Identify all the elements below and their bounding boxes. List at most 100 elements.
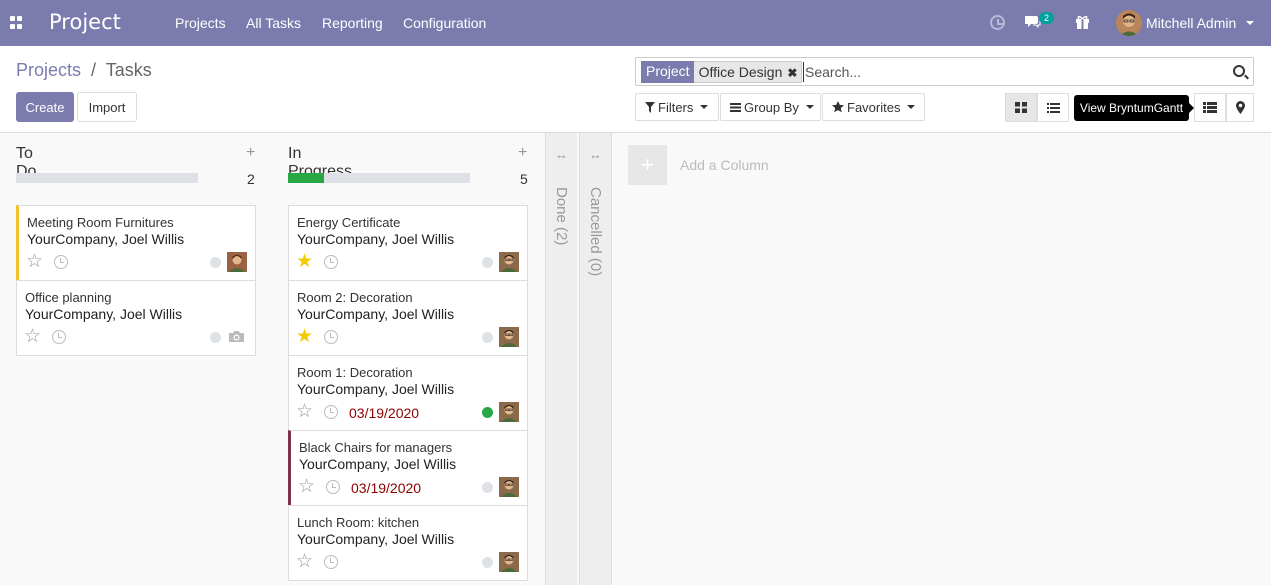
- priority-star-icon[interactable]: ☆: [298, 477, 315, 496]
- search-icon[interactable]: [1233, 65, 1245, 77]
- kanban-view-button[interactable]: [1005, 93, 1037, 122]
- kanban-card[interactable]: Office planning YourCompany, Joel Willis…: [16, 280, 256, 356]
- user-menu-caret-icon[interactable]: [1246, 21, 1254, 25]
- menu-configuration[interactable]: Configuration: [403, 15, 486, 31]
- priority-star-icon[interactable]: ☆: [296, 552, 313, 571]
- kanban-state-dot[interactable]: [482, 557, 493, 568]
- kanban-state-dot[interactable]: [482, 482, 493, 493]
- card-subtitle: YourCompany, Joel Willis: [299, 456, 457, 472]
- group-by-dropdown[interactable]: Group By: [720, 93, 821, 121]
- folded-column-label: Cancelled (0): [587, 187, 604, 277]
- column-separator: [611, 133, 612, 585]
- activity-clock-icon[interactable]: [990, 15, 1005, 30]
- card-subtitle: YourCompany, Joel Willis: [297, 231, 455, 247]
- activity-clock-icon[interactable]: [324, 255, 338, 269]
- add-column-plus-button[interactable]: +: [628, 145, 667, 185]
- import-button[interactable]: Import: [77, 92, 137, 122]
- column-progress-bar[interactable]: [16, 173, 198, 183]
- activity-clock-icon[interactable]: [54, 255, 68, 269]
- breadcrumb: Projects / Tasks: [16, 60, 152, 81]
- activity-clock-icon[interactable]: [324, 555, 338, 569]
- folded-column-done[interactable]: ↔ Done (2): [545, 133, 577, 585]
- group-by-caret-icon: [805, 105, 814, 109]
- card-subtitle: YourCompany, Joel Willis: [297, 306, 455, 322]
- priority-star-icon[interactable]: ☆: [26, 252, 43, 271]
- priority-star-icon[interactable]: ★: [296, 252, 313, 271]
- app-brand[interactable]: Project: [49, 10, 121, 34]
- folded-column-label: Done (2): [553, 187, 570, 246]
- activity-clock-icon[interactable]: [326, 480, 340, 494]
- unfold-arrows-icon[interactable]: ↔: [589, 147, 602, 162]
- favorites-caret-icon: [907, 105, 916, 109]
- kanban-icon: [1015, 102, 1027, 113]
- priority-star-icon[interactable]: ★: [296, 327, 313, 346]
- card-title: Meeting Room Furnitures: [27, 215, 174, 230]
- list-icon: [1046, 102, 1060, 113]
- column-count: 2: [247, 171, 255, 187]
- card-subtitle: YourCompany, Joel Willis: [297, 531, 455, 547]
- breadcrumb-current: Tasks: [105, 60, 152, 80]
- kanban-card[interactable]: Energy Certificate YourCompany, Joel Wil…: [288, 205, 528, 281]
- map-marker-icon: [1235, 101, 1245, 114]
- menu-projects[interactable]: Projects: [175, 15, 226, 31]
- group-by-icon: [730, 102, 741, 112]
- kanban-card[interactable]: Room 1: Decoration YourCompany, Joel Wil…: [288, 355, 528, 431]
- kanban-state-dot[interactable]: [482, 332, 493, 343]
- gantt-view-button[interactable]: [1194, 93, 1226, 122]
- search-bar: Project Office Design ✖: [635, 57, 1254, 86]
- apps-menu-icon[interactable]: [10, 16, 23, 29]
- kanban-state-dot[interactable]: [210, 332, 221, 343]
- facet-value-text: Office Design: [698, 64, 783, 80]
- list-view-button[interactable]: [1037, 93, 1069, 122]
- add-column-label[interactable]: Add a Column: [680, 157, 769, 173]
- kanban-state-dot[interactable]: [482, 257, 493, 268]
- kanban-card[interactable]: Black Chairs for managers YourCompany, J…: [288, 430, 528, 506]
- kanban-card[interactable]: Lunch Room: kitchen YourCompany, Joel Wi…: [288, 505, 528, 581]
- favorites-label: Favorites: [847, 99, 901, 115]
- create-button[interactable]: Create: [16, 92, 74, 122]
- kanban-state-dot[interactable]: [210, 257, 221, 268]
- facet-value: Office Design ✖: [693, 61, 803, 83]
- card-subtitle: YourCompany, Joel Willis: [27, 231, 185, 247]
- assignee-avatar: [499, 252, 519, 272]
- quick-create-plus-icon[interactable]: +: [246, 144, 255, 162]
- card-title: Energy Certificate: [297, 215, 401, 230]
- search-facet: Project Office Design ✖: [641, 61, 803, 83]
- kanban-card[interactable]: Room 2: Decoration YourCompany, Joel Wil…: [288, 280, 528, 356]
- priority-star-icon[interactable]: ☆: [24, 327, 41, 346]
- card-title: Room 2: Decoration: [297, 290, 413, 305]
- facet-remove-icon[interactable]: ✖: [787, 66, 797, 82]
- search-input[interactable]: [803, 62, 1223, 82]
- filters-label: Filters: [658, 99, 694, 115]
- folded-column-cancelled[interactable]: ↔ Cancelled (0): [579, 133, 611, 585]
- card-title: Black Chairs for managers: [299, 440, 453, 455]
- favorites-dropdown[interactable]: Favorites: [822, 93, 925, 121]
- kanban-card[interactable]: Meeting Room Furnitures YourCompany, Joe…: [16, 205, 256, 281]
- activity-clock-icon[interactable]: [52, 330, 66, 344]
- activity-clock-icon[interactable]: [324, 330, 338, 344]
- unfold-arrows-icon[interactable]: ↔: [555, 147, 568, 162]
- filters-dropdown[interactable]: Filters: [635, 93, 719, 121]
- user-name[interactable]: Mitchell Admin: [1146, 15, 1236, 31]
- filter-icon: [645, 101, 655, 113]
- assignee-avatar: [499, 477, 519, 497]
- gantt-icon: [1203, 102, 1217, 113]
- card-title: Office planning: [25, 290, 112, 305]
- messages-count-badge: 2: [1039, 12, 1055, 24]
- group-by-label: Group By: [744, 99, 799, 115]
- map-view-button[interactable]: [1226, 93, 1254, 122]
- menu-reporting[interactable]: Reporting: [322, 15, 383, 31]
- gift-icon[interactable]: [1075, 14, 1090, 30]
- breadcrumb-projects-link[interactable]: Projects: [16, 60, 81, 80]
- placeholder-avatar-camera-icon: [229, 331, 244, 342]
- kanban-state-dot[interactable]: [482, 407, 493, 418]
- column-progress-bar[interactable]: [288, 173, 470, 183]
- user-avatar[interactable]: [1116, 10, 1142, 36]
- activity-clock-icon[interactable]: [324, 405, 338, 419]
- card-subtitle: YourCompany, Joel Willis: [297, 381, 455, 397]
- menu-all-tasks[interactable]: All Tasks: [246, 15, 301, 31]
- column-count: 5: [520, 171, 528, 187]
- card-title: Lunch Room: kitchen: [297, 515, 420, 530]
- quick-create-plus-icon[interactable]: +: [518, 144, 527, 162]
- priority-star-icon[interactable]: ☆: [296, 402, 313, 421]
